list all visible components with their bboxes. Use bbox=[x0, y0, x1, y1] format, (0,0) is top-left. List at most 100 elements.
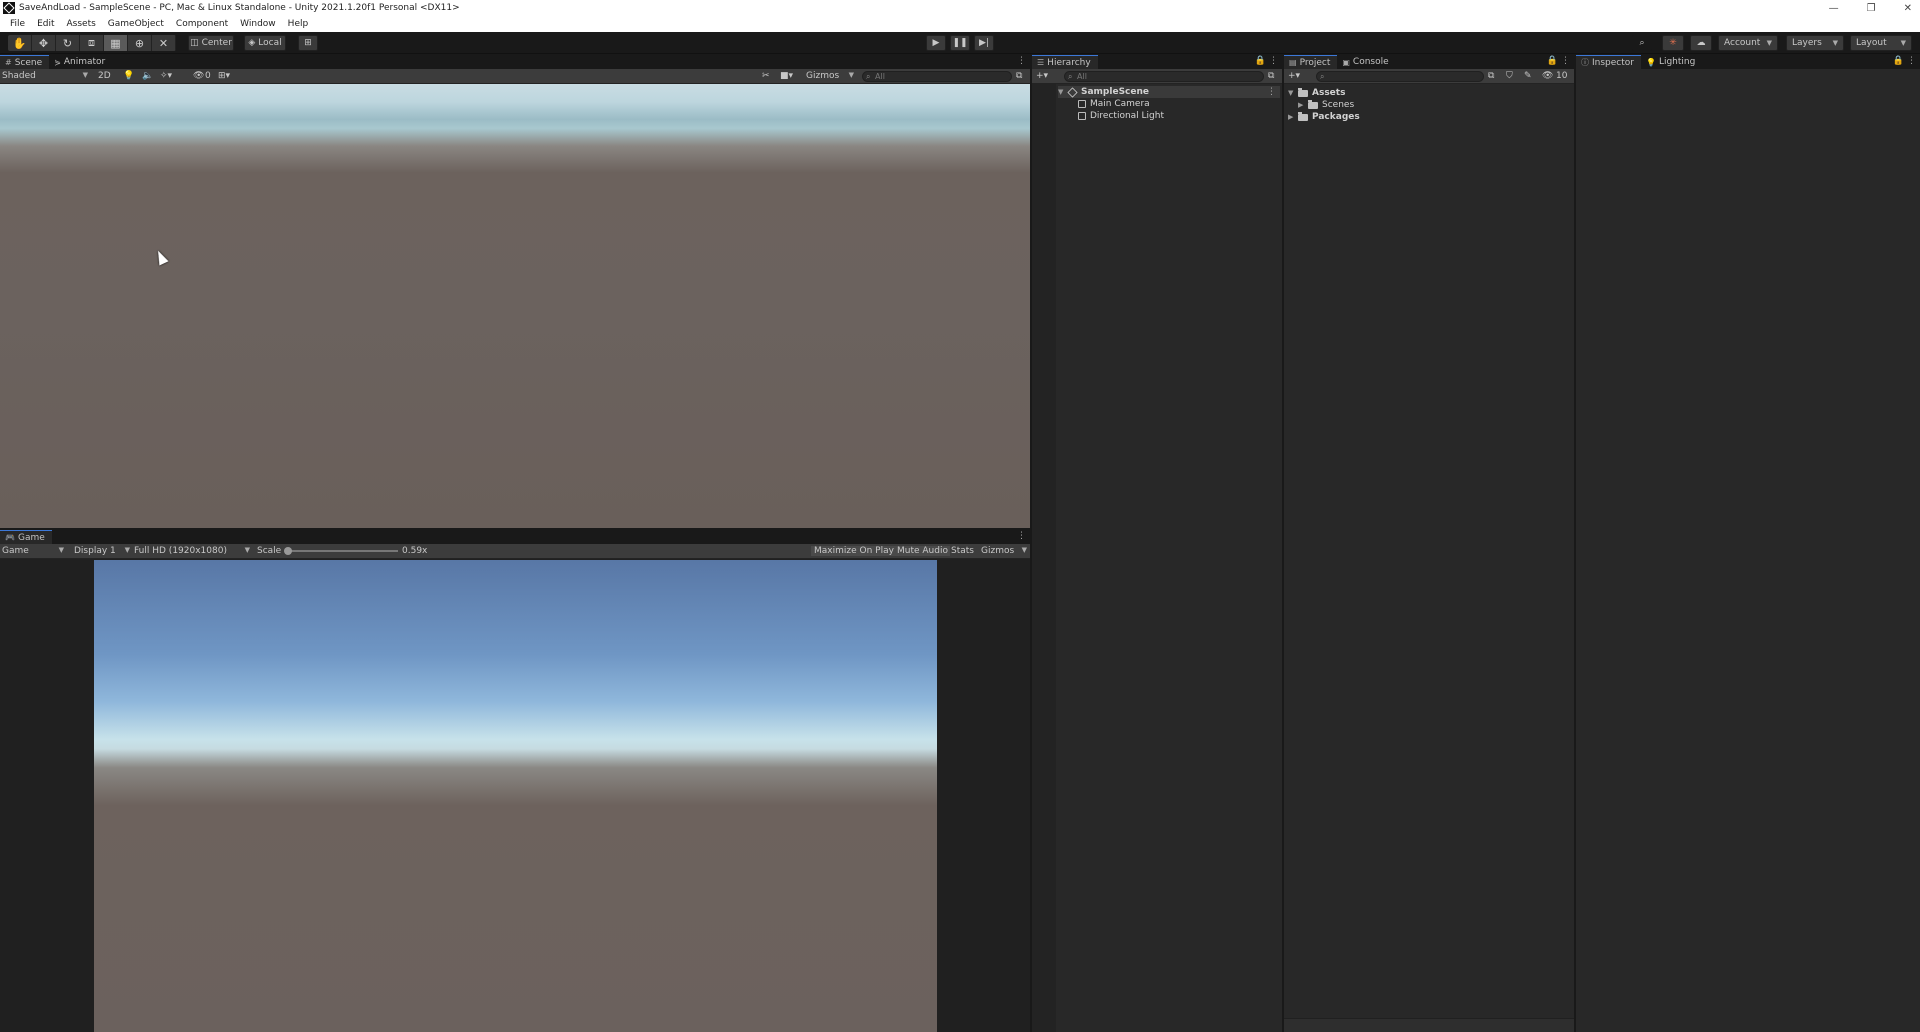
panel-menu-icon[interactable]: ⋮ bbox=[1269, 56, 1278, 66]
chevron-down-icon: ▼ bbox=[82, 71, 88, 79]
visibility-icon[interactable]: 👁 bbox=[193, 71, 204, 81]
scene-viewport[interactable] bbox=[0, 84, 1030, 528]
panel-menu-icon[interactable]: ⋮ bbox=[1017, 531, 1026, 541]
project-search-input[interactable]: ⌕ bbox=[1316, 71, 1484, 82]
inspector-tabbar: ⓘ Inspector 💡 Lighting 🔒 ⋮ bbox=[1576, 55, 1920, 69]
lock-icon[interactable]: 🔒 bbox=[1547, 56, 1558, 66]
tab-lighting[interactable]: 💡 Lighting bbox=[1640, 55, 1703, 69]
gameobject-icon bbox=[1078, 112, 1086, 120]
menu-edit[interactable]: Edit bbox=[31, 19, 60, 29]
shading-mode-dropdown[interactable]: Shaded ▼ bbox=[2, 71, 88, 81]
custom-tool-icon[interactable]: ✕ bbox=[152, 35, 176, 51]
mute-audio-button[interactable]: Mute Audio bbox=[895, 546, 950, 556]
tab-console[interactable]: ▣ Console bbox=[1337, 55, 1396, 69]
hierarchy-search-placeholder: All bbox=[1077, 72, 1087, 81]
maximize-on-play-button[interactable]: Maximize On Play bbox=[811, 546, 897, 556]
grid-toggle-icon[interactable]: ⊞▾ bbox=[218, 71, 230, 81]
chevron-down-icon: ▼ bbox=[1021, 546, 1027, 554]
layout-dropdown[interactable]: Layout ▼ bbox=[1850, 35, 1912, 51]
menu-assets[interactable]: Assets bbox=[61, 19, 102, 29]
scene-search-input[interactable]: ⌕ All bbox=[862, 71, 1012, 82]
folder-tab-icon: ▤ bbox=[1289, 58, 1297, 67]
tab-animator[interactable]: ⋟ Animator bbox=[49, 55, 113, 69]
account-dropdown[interactable]: Account ▼ bbox=[1718, 35, 1778, 51]
collapse-caret-icon[interactable]: ▶ bbox=[1288, 113, 1298, 121]
expand-caret-icon[interactable]: ▼ bbox=[1288, 89, 1298, 97]
panel-menu-icon[interactable]: ⋮ bbox=[1017, 56, 1026, 66]
rect-tool-icon[interactable]: ▦ bbox=[104, 35, 128, 51]
search-by-type-icon[interactable]: ⧉ bbox=[1488, 71, 1494, 81]
game-gizmos-dropdown[interactable]: Gizmos ▼ bbox=[981, 546, 1027, 556]
lighting-toggle-icon[interactable]: 💡 bbox=[123, 71, 134, 81]
tools-icon[interactable]: ✂ bbox=[762, 71, 770, 81]
chevron-down-icon: ▼ bbox=[58, 546, 64, 554]
collapse-caret-icon[interactable]: ▶ bbox=[1298, 101, 1308, 109]
window-title: SaveAndLoad - SampleScene - PC, Mac & Li… bbox=[19, 3, 460, 13]
hierarchy-search-input[interactable]: ⌕ All bbox=[1064, 71, 1264, 82]
pivot-center-button[interactable]: ◫ Center bbox=[188, 35, 234, 51]
layers-dropdown[interactable]: Layers ▼ bbox=[1786, 35, 1844, 51]
restore-icon[interactable]: ❐ bbox=[1867, 3, 1876, 14]
step-button[interactable]: ▶| bbox=[974, 35, 994, 51]
project-tree-item[interactable]: ▶ Packages bbox=[1288, 111, 1360, 123]
display-dropdown[interactable]: Display 1 ▼ bbox=[74, 546, 130, 556]
move-tool-icon[interactable]: ✥ bbox=[32, 35, 56, 51]
resolution-dropdown[interactable]: Full HD (1920x1080) ▼ bbox=[134, 546, 250, 556]
chevron-down-icon: ▼ bbox=[244, 546, 250, 554]
create-add-icon[interactable]: +▾ bbox=[1288, 71, 1300, 81]
panel-menu-icon[interactable]: ⋮ bbox=[1907, 56, 1916, 66]
tab-scene[interactable]: # Scene bbox=[0, 55, 50, 69]
project-tree-item[interactable]: ▼ Assets bbox=[1288, 87, 1345, 99]
search-button[interactable]: ⌕ bbox=[1632, 35, 1652, 51]
search-by-label-icon[interactable]: ⛉ bbox=[1506, 71, 1513, 81]
game-viewport[interactable] bbox=[94, 560, 937, 1032]
search-icon: ⌕ bbox=[1068, 72, 1073, 81]
stats-button[interactable]: Stats bbox=[951, 546, 974, 556]
grid-snap-button[interactable]: ⊞ bbox=[298, 35, 318, 51]
menu-file[interactable]: File bbox=[4, 19, 31, 29]
collab-button[interactable]: ✳ bbox=[1662, 35, 1684, 51]
scene-view-options-icon[interactable]: ⧉ bbox=[1016, 71, 1022, 81]
scene-gizmos-dropdown[interactable]: Gizmos ▼ bbox=[806, 71, 854, 81]
console-icon: ▣ bbox=[1342, 57, 1350, 67]
lock-icon[interactable]: 🔒 bbox=[1255, 56, 1266, 66]
pivot-local-button[interactable]: ◈ Local bbox=[244, 35, 286, 51]
scale-tool-icon[interactable]: ⧈ bbox=[80, 35, 104, 51]
tab-project[interactable]: ▤ Project bbox=[1284, 55, 1338, 69]
menu-help[interactable]: Help bbox=[282, 19, 315, 29]
audio-toggle-icon[interactable]: 🔈 bbox=[142, 71, 153, 81]
tab-game[interactable]: 🎮 Game bbox=[0, 530, 52, 544]
hierarchy-item[interactable]: Main Camera bbox=[1078, 98, 1150, 110]
scene-menu-icon[interactable]: ⋮ bbox=[1267, 87, 1276, 97]
create-add-icon[interactable]: +▾ bbox=[1036, 71, 1048, 81]
hierarchy-item[interactable]: Directional Light bbox=[1078, 110, 1164, 122]
close-icon[interactable]: ✕ bbox=[1904, 3, 1912, 14]
minimize-icon[interactable]: — bbox=[1829, 3, 1839, 14]
hand-tool-icon[interactable]: ✋ bbox=[8, 35, 32, 51]
pause-button[interactable]: ❚❚ bbox=[950, 35, 970, 51]
scale-label: Scale bbox=[257, 546, 282, 556]
project-tree-item[interactable]: ▶ Scenes bbox=[1298, 99, 1354, 111]
toggle-2d-button[interactable]: 2D bbox=[98, 71, 111, 81]
camera-icon[interactable]: ■▾ bbox=[780, 71, 793, 81]
tab-inspector[interactable]: ⓘ Inspector bbox=[1576, 55, 1641, 69]
play-button[interactable]: ▶ bbox=[926, 35, 946, 51]
menu-gameobject[interactable]: GameObject bbox=[102, 19, 170, 29]
game-view-dropdown[interactable]: Game ▼ bbox=[2, 546, 64, 556]
menu-component[interactable]: Component bbox=[170, 19, 234, 29]
hidden-packages-icon[interactable]: 👁 bbox=[1542, 71, 1553, 81]
lock-icon[interactable]: 🔒 bbox=[1893, 56, 1904, 66]
cloud-button[interactable]: ☁ bbox=[1690, 35, 1712, 51]
effects-toggle-icon[interactable]: ✧▾ bbox=[160, 71, 172, 81]
panel-menu-icon[interactable]: ⋮ bbox=[1561, 56, 1570, 66]
favorite-icon[interactable]: ✎ bbox=[1524, 71, 1532, 81]
tab-hierarchy[interactable]: ☰ Hierarchy bbox=[1032, 55, 1098, 69]
rotate-tool-icon[interactable]: ↻ bbox=[56, 35, 80, 51]
transform-tool-icon[interactable]: ⊕ bbox=[128, 35, 152, 51]
hierarchy-scene-row[interactable]: ▼ SampleScene ⋮ bbox=[1058, 86, 1280, 98]
scale-slider-track[interactable] bbox=[288, 550, 398, 552]
scale-slider-knob[interactable] bbox=[284, 547, 292, 555]
gameobject-icon bbox=[1078, 100, 1086, 108]
menu-window[interactable]: Window bbox=[234, 19, 282, 29]
hierarchy-options-icon[interactable]: ⧉ bbox=[1268, 71, 1274, 81]
